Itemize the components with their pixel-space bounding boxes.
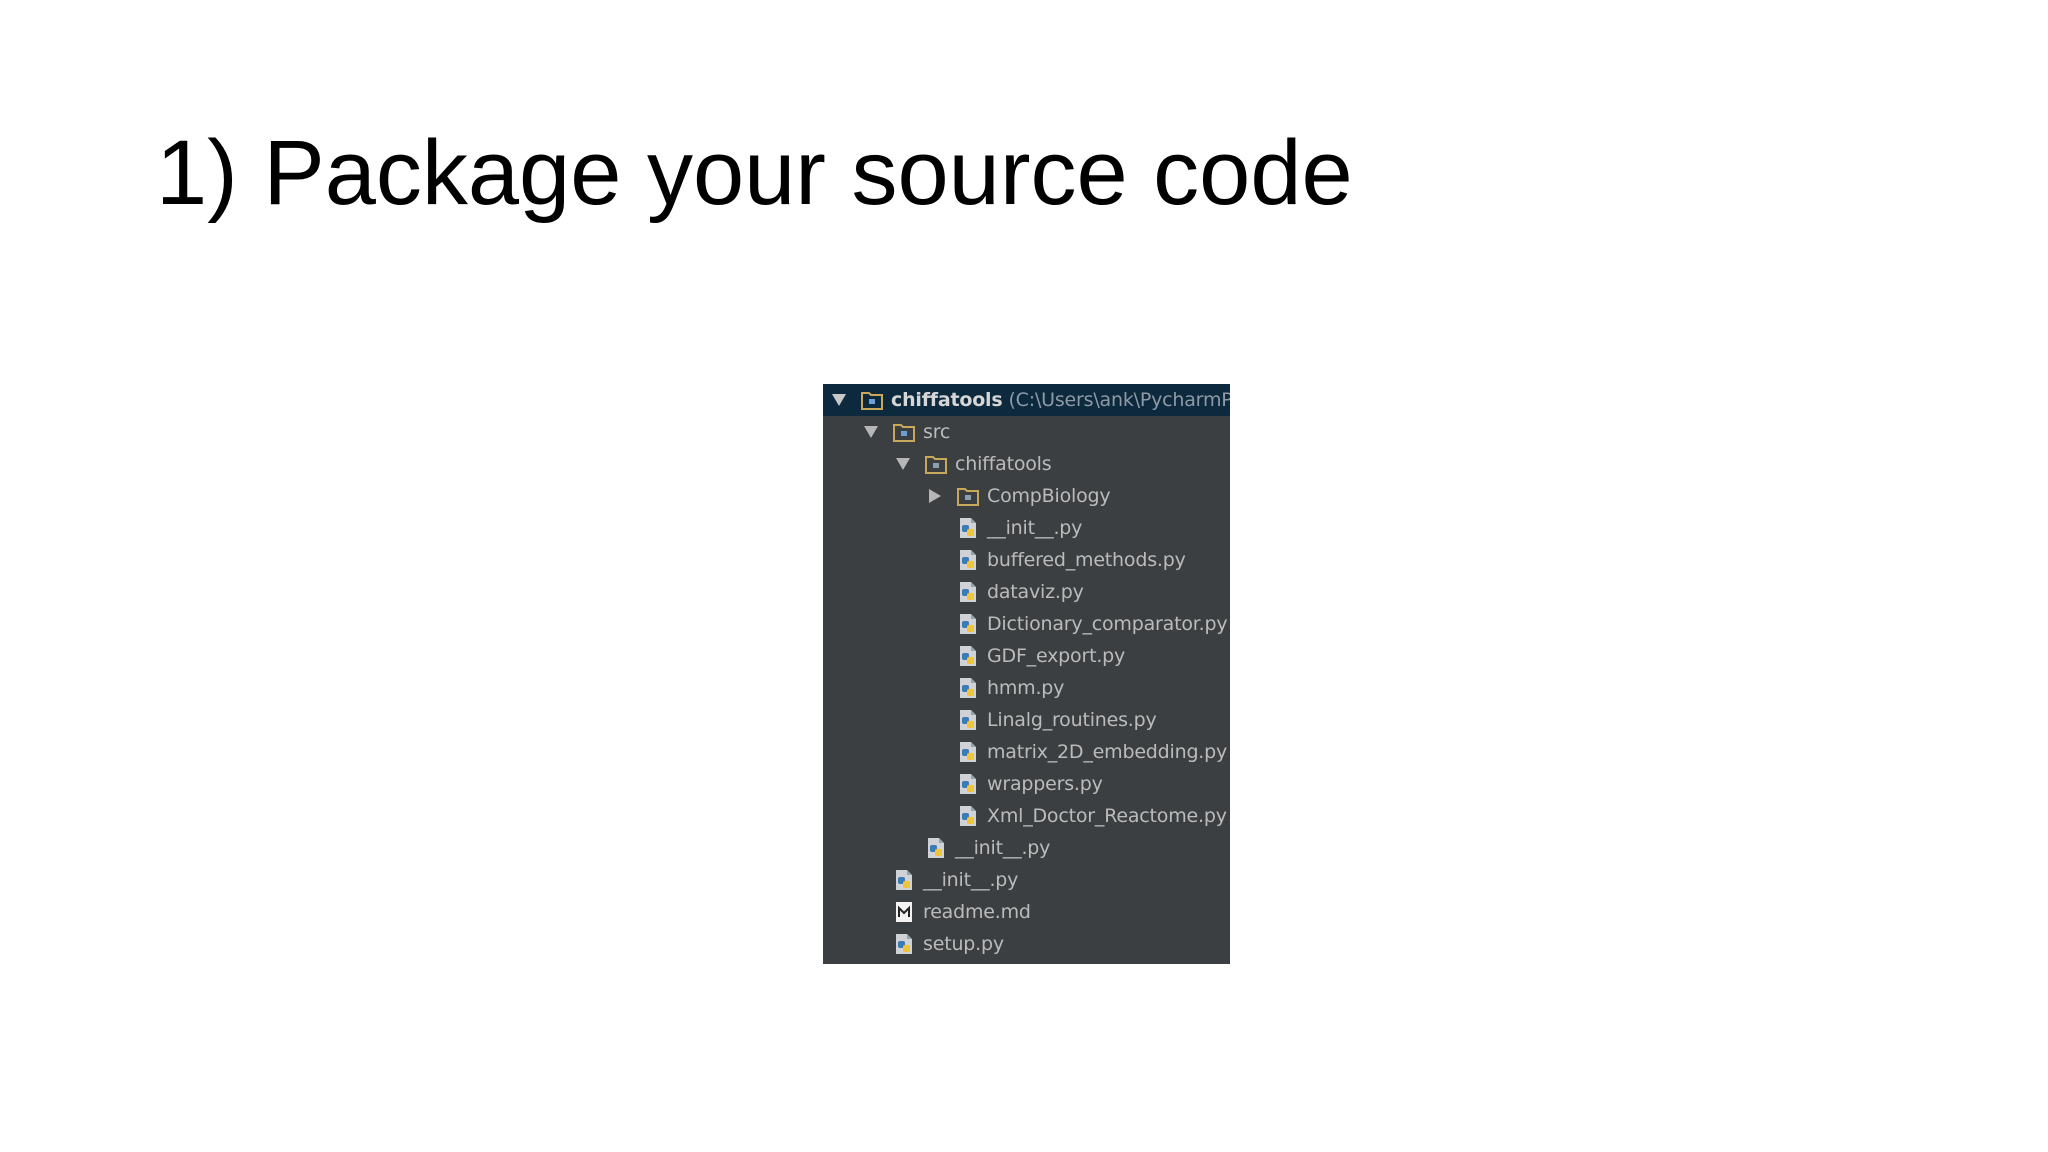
tree-node-file[interactable]: wrappers.py — [823, 768, 1230, 800]
markdown-file-icon — [893, 901, 915, 923]
tree-node-label: CompBiology — [987, 485, 1111, 507]
tree-node-file[interactable]: setup.py — [823, 928, 1230, 960]
tree-node-file[interactable]: buffered_methods.py — [823, 544, 1230, 576]
package-folder-icon — [925, 453, 947, 475]
root-file-list: __init__.py readme.md setup.py — [823, 864, 1230, 960]
tree-node-label: hmm.py — [987, 677, 1065, 699]
tree-node-label: Linalg_routines.py — [987, 709, 1157, 731]
tree-node-file[interactable]: __init__.py — [823, 864, 1230, 896]
collapsed-arrow-icon[interactable] — [925, 486, 945, 506]
python-file-icon — [957, 773, 979, 795]
tree-node-label: GDF_export.py — [987, 645, 1126, 667]
tree-node-file[interactable]: dataviz.py — [823, 576, 1230, 608]
python-file-icon — [957, 549, 979, 571]
module-folder-icon — [861, 389, 883, 411]
package-file-list: __init__.py buffered_methods.py dataviz.py… — [823, 512, 1230, 832]
python-file-icon — [957, 741, 979, 763]
tree-node-label: chiffatools — [955, 453, 1052, 475]
python-file-icon — [957, 805, 979, 827]
python-file-icon — [957, 709, 979, 731]
source-folder-icon — [893, 421, 915, 443]
tree-node-file[interactable]: __init__.py — [823, 512, 1230, 544]
tree-node-root[interactable]: chiffatools (C:\Users\ank\PycharmProje — [823, 384, 1230, 416]
package-folder-icon — [957, 485, 979, 507]
tree-node-label: __init__.py — [923, 869, 1019, 891]
tree-node-label: wrappers.py — [987, 773, 1103, 795]
tree-node-label: __init__.py — [955, 837, 1051, 859]
python-file-icon — [893, 869, 915, 891]
tree-node-compbiology[interactable]: CompBiology — [823, 480, 1230, 512]
tree-node-label: matrix_2D_embedding.py — [987, 741, 1228, 763]
tree-node-file[interactable]: Linalg_routines.py — [823, 704, 1230, 736]
tree-node-label: chiffatools — [891, 389, 1003, 411]
python-file-icon — [957, 645, 979, 667]
python-file-icon — [957, 581, 979, 603]
tree-node-label: Xml_Doctor_Reactome.py — [987, 805, 1227, 827]
python-file-icon — [957, 613, 979, 635]
tree-node-file[interactable]: Dictionary_comparator.py — [823, 608, 1230, 640]
tree-node-file[interactable]: Xml_Doctor_Reactome.py — [823, 800, 1230, 832]
tree-node-src[interactable]: src — [823, 416, 1230, 448]
expanded-arrow-icon[interactable] — [861, 422, 881, 442]
slide: 1) Package your source code chiffatools … — [0, 0, 2048, 1152]
python-file-icon — [893, 933, 915, 955]
tree-node-file[interactable]: matrix_2D_embedding.py — [823, 736, 1230, 768]
slide-title: 1) Package your source code — [156, 122, 1353, 224]
tree-node-file[interactable]: readme.md — [823, 896, 1230, 928]
tree-node-label: readme.md — [923, 901, 1031, 923]
tree-node-label: setup.py — [923, 933, 1004, 955]
project-tree-panel: chiffatools (C:\Users\ank\PycharmProje s… — [823, 384, 1230, 964]
expanded-arrow-icon[interactable] — [893, 454, 913, 474]
python-file-icon — [957, 517, 979, 539]
python-file-icon — [957, 677, 979, 699]
tree-node-file[interactable]: hmm.py — [823, 672, 1230, 704]
tree-node-path: (C:\Users\ank\PycharmProje — [1008, 389, 1230, 411]
tree-node-label: __init__.py — [987, 517, 1083, 539]
tree-node-label: Dictionary_comparator.py — [987, 613, 1228, 635]
tree-node-file[interactable]: GDF_export.py — [823, 640, 1230, 672]
python-file-icon — [925, 837, 947, 859]
tree-node-label: src — [923, 421, 951, 443]
tree-node-label: buffered_methods.py — [987, 549, 1186, 571]
tree-node-package[interactable]: chiffatools — [823, 448, 1230, 480]
tree-node-src-init[interactable]: __init__.py — [823, 832, 1230, 864]
expanded-arrow-icon[interactable] — [829, 390, 849, 410]
tree-node-label: dataviz.py — [987, 581, 1084, 603]
